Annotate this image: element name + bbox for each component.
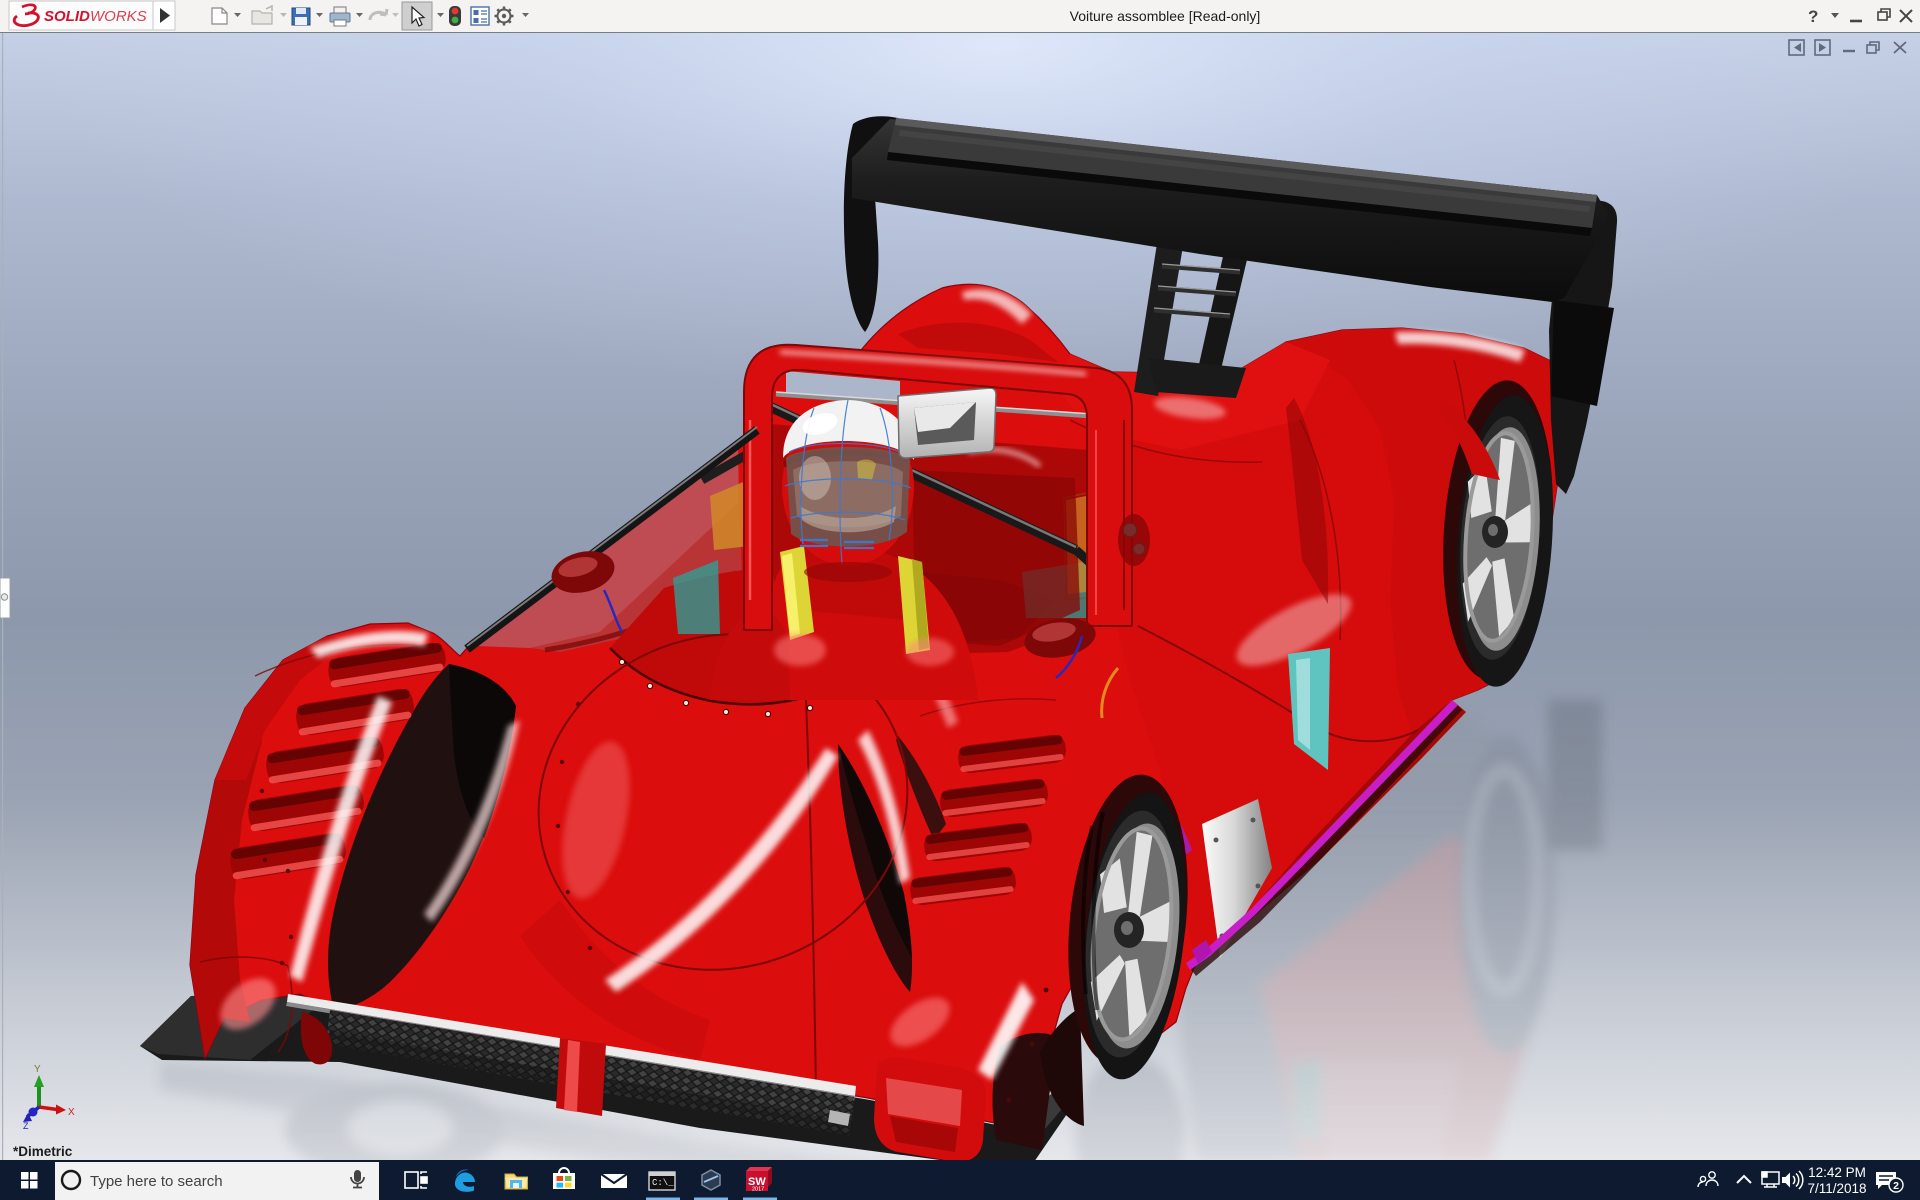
svg-text:?: ? bbox=[1808, 7, 1818, 26]
svg-text:*Dimetric: *Dimetric bbox=[13, 1144, 73, 1159]
svg-text:X: X bbox=[68, 1107, 75, 1118]
svg-text:Type here to search: Type here to search bbox=[90, 1173, 223, 1190]
svg-text:12:42 PM: 12:42 PM bbox=[1808, 1165, 1866, 1180]
svg-text:2: 2 bbox=[1893, 1180, 1899, 1192]
svg-text:Y: Y bbox=[34, 1064, 41, 1075]
svg-text:WORKS: WORKS bbox=[90, 8, 147, 25]
svg-text:Z: Z bbox=[23, 1121, 29, 1131]
svg-text:SOLID: SOLID bbox=[44, 8, 90, 25]
svg-text:2017: 2017 bbox=[752, 1187, 764, 1193]
svg-text:C:\_: C:\_ bbox=[652, 1178, 674, 1188]
svg-text:7/11/2018: 7/11/2018 bbox=[1807, 1181, 1866, 1196]
